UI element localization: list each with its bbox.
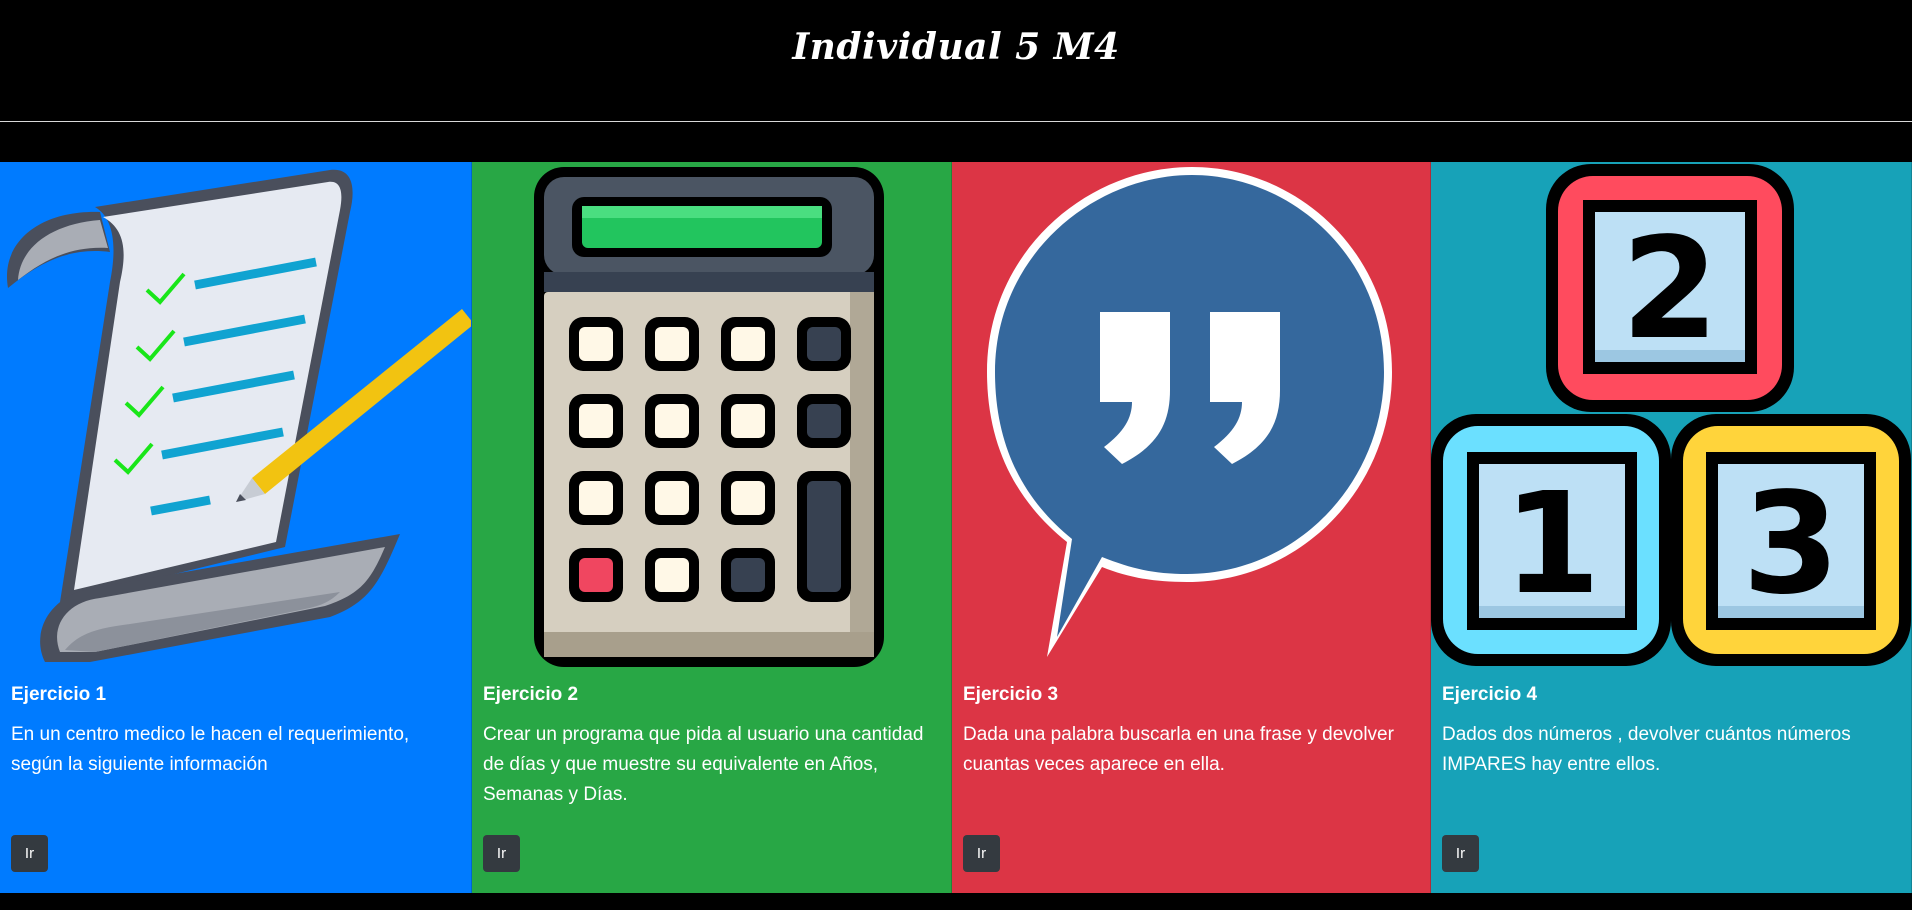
calculator-icon [472, 162, 951, 667]
page-header: Individual 5 M4 [0, 0, 1912, 122]
card-ejercicio-4: 2 1 3 Ejercicio 4 Dados dos números , de… [1431, 162, 1912, 893]
block-number: 3 [1742, 463, 1839, 626]
card-ejercicio-2: Ejercicio 2 Crear un programa que pida a… [472, 162, 952, 893]
card-text: Crear un programa que pida al usuario un… [483, 724, 924, 805]
page-title: Individual 5 M4 [792, 26, 1120, 68]
ir-button[interactable]: Ir [483, 835, 520, 872]
block-number: 2 [1621, 208, 1718, 371]
number-blocks-icon: 2 1 3 [1431, 162, 1911, 667]
card-title: Ejercicio 3 [963, 684, 1059, 705]
card-ejercicio-1: Ejercicio 1 En un centro medico le hacen… [0, 162, 472, 893]
card-text: En un centro medico le hacen el requerim… [11, 724, 410, 775]
ir-button[interactable]: Ir [11, 835, 48, 872]
checklist-scroll-icon [0, 162, 471, 667]
quote-bubble-icon [952, 162, 1430, 667]
card-title: Ejercicio 2 [483, 684, 579, 705]
ir-button[interactable]: Ir [963, 835, 1000, 872]
card-title: Ejercicio 4 [1442, 684, 1538, 705]
card-text: Dada una palabra buscarla en una frase y… [963, 724, 1394, 775]
card-row: Ejercicio 1 En un centro medico le hacen… [0, 162, 1912, 893]
ir-button[interactable]: Ir [1442, 835, 1479, 872]
block-number: 1 [1503, 463, 1600, 626]
card-ejercicio-3: Ejercicio 3 Dada una palabra buscarla en… [952, 162, 1431, 893]
card-title: Ejercicio 1 [11, 684, 107, 705]
card-text: Dados dos números , devolver cuántos núm… [1442, 724, 1851, 775]
